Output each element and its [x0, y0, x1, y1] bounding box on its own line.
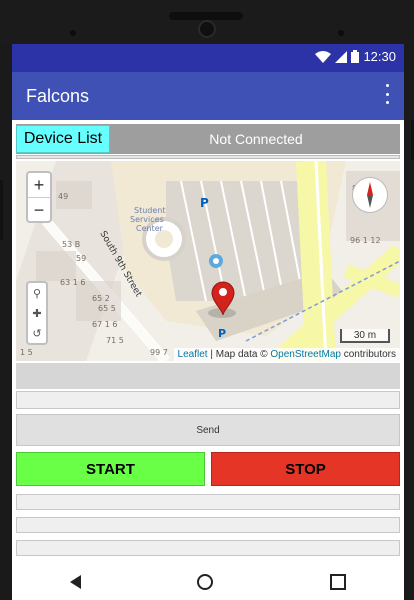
- sensor-dot: [338, 30, 344, 36]
- map-attribution: Leaflet | Map data © OpenStreetMap contr…: [173, 348, 400, 361]
- svg-text:63 1 6: 63 1 6: [60, 278, 85, 287]
- zoom-control: + −: [26, 171, 52, 223]
- svg-text:96 1 12: 96 1 12: [350, 236, 381, 245]
- svg-text:1 5: 1 5: [20, 348, 33, 357]
- start-button[interactable]: START: [16, 452, 205, 486]
- send-button[interactable]: Send: [16, 414, 400, 446]
- app-title: Falcons: [26, 86, 90, 106]
- recent-apps-icon[interactable]: [329, 574, 346, 590]
- svg-text:P: P: [218, 327, 226, 340]
- device-bezel-top: [0, 0, 414, 44]
- app-screen: 12:30 Falcons Device List Not Connected: [12, 44, 404, 564]
- connection-status: Not Connected: [209, 131, 303, 147]
- earpiece-speaker: [169, 12, 243, 20]
- svg-text:99 7: 99 7: [150, 348, 168, 357]
- svg-text:71 5: 71 5: [106, 336, 124, 345]
- wifi-icon: [315, 50, 332, 63]
- zoom-out-button[interactable]: −: [28, 198, 50, 222]
- log-field: [16, 540, 400, 556]
- history-icon[interactable]: ↺: [32, 327, 41, 340]
- home-icon[interactable]: [197, 574, 214, 590]
- log-field: [16, 494, 400, 510]
- svg-text:49: 49: [58, 192, 68, 201]
- log-field: [16, 517, 400, 533]
- map-tool-control: ⚲ ✚ ↺: [26, 281, 48, 345]
- poi-student-services: Student: [134, 206, 166, 215]
- parking-icon: P: [200, 196, 209, 210]
- svg-text:67 1 6: 67 1 6: [92, 320, 117, 329]
- status-bar: 12:30: [12, 44, 404, 72]
- leaflet-link[interactable]: Leaflet: [178, 349, 208, 360]
- locate-icon[interactable]: ✚: [32, 307, 41, 320]
- map-view[interactable]: Student Services Center P P South 9th St…: [16, 161, 400, 361]
- svg-text:53 B: 53 B: [62, 240, 80, 249]
- stop-button[interactable]: STOP: [211, 452, 400, 486]
- status-time: 12:30: [363, 49, 396, 64]
- overflow-menu-icon[interactable]: [386, 84, 392, 104]
- svg-text:Services: Services: [130, 215, 164, 224]
- divider: [16, 155, 400, 159]
- power-button: [0, 180, 3, 240]
- svg-text:Center: Center: [136, 224, 164, 233]
- navigation-bar: [12, 564, 404, 600]
- svg-text:59: 59: [76, 254, 86, 263]
- svg-text:65 5: 65 5: [98, 304, 116, 313]
- app-bar: Falcons: [12, 72, 404, 120]
- device-frame: 12:30 Falcons Device List Not Connected: [0, 0, 414, 600]
- message-input[interactable]: [16, 391, 400, 409]
- back-icon[interactable]: [70, 575, 82, 589]
- device-list-button[interactable]: Device List: [16, 125, 110, 153]
- compass-icon[interactable]: [352, 177, 388, 213]
- cell-signal-icon: [335, 50, 348, 63]
- battery-icon: [351, 50, 360, 63]
- osm-link[interactable]: OpenStreetMap: [270, 349, 341, 360]
- front-camera-icon: [198, 20, 216, 38]
- lock-icon[interactable]: ⚲: [33, 287, 41, 300]
- svg-text:65 2: 65 2: [92, 294, 110, 303]
- scale-bar: 30 m: [340, 329, 390, 343]
- map-footer-bar: [16, 363, 400, 389]
- zoom-in-button[interactable]: +: [28, 173, 50, 198]
- sensor-dot: [70, 30, 76, 36]
